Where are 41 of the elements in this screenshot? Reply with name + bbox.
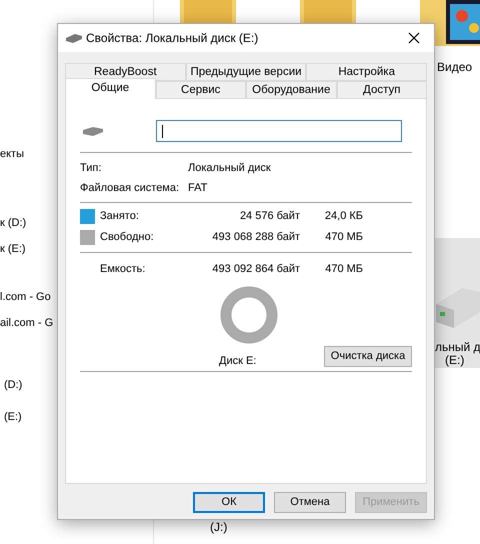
tab[interactable]: Доступ xyxy=(336,81,427,99)
info-label: Тип: xyxy=(80,161,102,176)
drive-label: льный д xyxy=(435,339,480,355)
nav-item[interactable]: ail.com - G xyxy=(0,315,54,332)
text-cursor xyxy=(162,124,163,138)
usage-label: Свободно: xyxy=(100,230,155,246)
item-label: (J:) xyxy=(210,519,228,536)
nav-item[interactable]: l.com - Go xyxy=(0,289,51,306)
nav-item[interactable]: (E:) xyxy=(4,409,22,426)
nav-item[interactable]: к (E:) xyxy=(0,241,26,258)
usage-bytes: 493 068 288 байт xyxy=(211,230,300,246)
info-label: Файловая система: xyxy=(80,181,180,196)
dialog-button[interactable]: ОК xyxy=(193,492,265,513)
info-value: FAT xyxy=(188,181,208,196)
capacity-label: Емкость: xyxy=(100,262,146,278)
drive-icon xyxy=(66,33,82,43)
usage-label: Занято: xyxy=(100,209,140,224)
capacity-bytes: 493 092 864 байт xyxy=(211,262,300,278)
usage-size: 470 МБ xyxy=(324,230,363,246)
tab[interactable]: Предыдущие версии xyxy=(186,63,306,81)
nav-item[interactable]: к (D:) xyxy=(0,215,26,232)
folder-label: Видео xyxy=(437,59,472,76)
tab[interactable]: Настройка xyxy=(306,63,428,81)
name-field[interactable] xyxy=(156,120,402,142)
disk-cleanup-button[interactable]: Очистка диска xyxy=(324,346,412,367)
close-icon xyxy=(408,32,420,44)
disk-label: Диск E: xyxy=(219,354,256,368)
dialog-button[interactable]: Отмена xyxy=(274,492,346,513)
info-value: Локальный диск xyxy=(188,161,271,176)
usage-bytes: 24 576 байт xyxy=(238,209,300,224)
usage-size: 24,0 КБ xyxy=(324,209,363,224)
tab[interactable]: Оборудование xyxy=(246,81,336,99)
window-title: Свойства: Локальный диск (E:) xyxy=(86,30,258,47)
capacity-size: 470 МБ xyxy=(324,262,363,278)
usage-donut-drawing xyxy=(220,286,278,344)
nav-item[interactable]: (D:) xyxy=(4,377,22,394)
tab[interactable]: Общие xyxy=(65,78,156,99)
nav-item[interactable]: екты xyxy=(0,146,24,162)
drive-icon xyxy=(83,126,103,136)
tab[interactable]: Сервис xyxy=(156,81,246,99)
drive-label: (E:) xyxy=(445,352,464,369)
